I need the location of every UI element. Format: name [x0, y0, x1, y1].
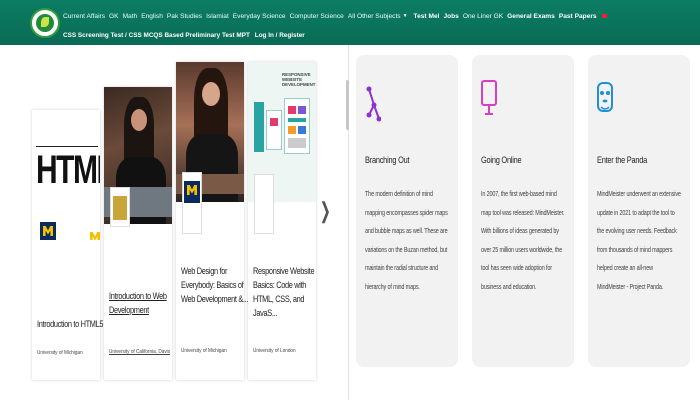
nav-link-pak-studies[interactable]: Pak Studies: [167, 13, 202, 20]
scrollbar-thumb[interactable]: [346, 80, 349, 130]
top-navbar: Current Affairs GK Math English Pak Studies I…: [0, 0, 700, 45]
feature-title: Going Online: [481, 155, 522, 166]
chevron-down-icon[interactable]: ▼: [403, 13, 408, 19]
site-logo[interactable]: [30, 8, 60, 38]
html-logo-text: HTML: [36, 148, 100, 192]
course-thumbnail: HTML: [32, 110, 100, 240]
nav-link-islamiat[interactable]: Islamiat: [206, 13, 229, 20]
nav-link-computer-science[interactable]: Computer Science: [290, 13, 344, 20]
feature-description: In 2007, the first web-based mind map to…: [481, 189, 565, 291]
feature-title: Enter the Panda: [597, 155, 648, 166]
nav-link-english[interactable]: English: [141, 13, 163, 20]
feature-description: MindMeister underwent an extensive updat…: [597, 189, 681, 291]
feature-card: Branching Out The modern definition of m…: [356, 55, 458, 367]
institution-logo: [254, 174, 274, 234]
feature-description: The modern definition of mind mapping en…: [365, 189, 448, 291]
branch-icon: [366, 86, 381, 122]
institution-logo: [110, 187, 130, 227]
nav-link-everyday-science[interactable]: Everyday Science: [233, 13, 286, 20]
nav-link-one-liner-gk[interactable]: One Liner GK: [463, 13, 503, 20]
css-screening-link[interactable]: CSS Screening Test / CSS MCQS Based Prel…: [63, 32, 250, 39]
course-title[interactable]: Responsive Website Basics: Code with HTM…: [253, 264, 322, 320]
course-title[interactable]: Introduction to HTML5: [37, 317, 106, 331]
course-institution: University of Michigan: [181, 348, 227, 354]
course-institution: University of London: [253, 348, 296, 354]
nav-link-all-other-subjects[interactable]: All Other Subjects: [348, 13, 401, 20]
course-card[interactable]: Introduction to Web Development Universi…: [104, 87, 172, 380]
nav-link-current-affairs[interactable]: Current Affairs: [63, 13, 105, 20]
nav-link-test-mel[interactable]: Test Mel: [414, 13, 440, 20]
course-card[interactable]: Web Design for Everybody: Basics of Web …: [176, 62, 248, 380]
nav-link-jobs[interactable]: Jobs: [443, 13, 458, 20]
course-institution[interactable]: University of California, Davis: [109, 349, 170, 355]
login-register-link[interactable]: Log In / Register: [255, 32, 305, 39]
secondary-menu: CSS Screening Test / CSS MCQS Based Prel…: [63, 32, 305, 39]
chevron-right-icon[interactable]: ❯: [320, 198, 331, 224]
nav-link-gk[interactable]: GK: [109, 13, 119, 20]
panda-icon: [597, 82, 613, 112]
feature-card: Enter the Panda MindMeister underwent an…: [588, 55, 690, 367]
thumbnail-text: RESPONSIVE WEBSITE DEVELOPMENT: [282, 72, 316, 87]
feature-card: Going Online In 2007, the first web-base…: [472, 55, 574, 367]
course-title[interactable]: Introduction to Web Development: [109, 289, 178, 317]
nav-link-general-exams[interactable]: General Exams: [507, 13, 555, 20]
monitor-icon: [481, 80, 497, 115]
course-card[interactable]: RESPONSIVE WEBSITE DEVELOPMENT Responsive …: [248, 62, 316, 380]
course-card[interactable]: HTML Introduction to HTML5 University of…: [32, 110, 103, 380]
institution-logo: [182, 172, 202, 234]
nav-link-math[interactable]: Math: [123, 13, 138, 20]
main-menu: Current Affairs GK Math English Pak Studies I…: [63, 10, 611, 22]
feature-title: Branching Out: [365, 155, 410, 166]
course-institution: University of Michigan: [37, 350, 83, 356]
course-title[interactable]: Web Design for Everybody: Basics of Web …: [181, 264, 250, 306]
flag-icon: [601, 14, 607, 18]
nav-link-past-papers[interactable]: Past Papers: [559, 13, 597, 20]
